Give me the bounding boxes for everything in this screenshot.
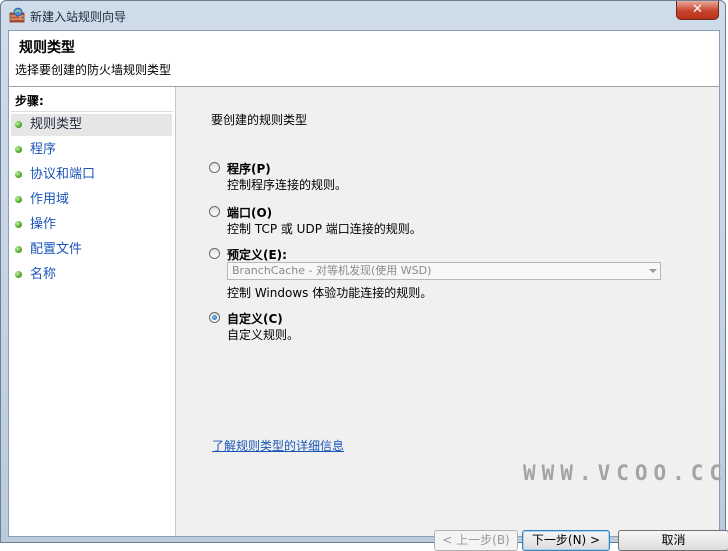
close-icon: ✕ [692, 2, 703, 17]
option-description: 控制 Windows 体验功能连接的规则。 [227, 286, 433, 300]
option-description: 控制 TCP 或 UDP 端口连接的规则。 [227, 222, 422, 236]
step-program[interactable]: 程序 [11, 139, 172, 161]
option-description: 自定义规则。 [227, 328, 300, 342]
main-panel: 要创建的规则类型 程序(P) 控制程序连接的规则。 端口(O) 控制 TCP 或… [176, 87, 728, 551]
firewall-icon [9, 7, 25, 23]
step-bullet-icon [15, 171, 22, 178]
window-title: 新建入站规则向导 [30, 10, 127, 24]
page-title: 规则类型 [19, 40, 75, 56]
step-bullet-icon [15, 121, 22, 128]
step-rule-type[interactable]: 规则类型 [11, 114, 172, 136]
cancel-button[interactable]: 取消 [618, 530, 728, 551]
title-bar[interactable]: 新建入站规则向导 ✕ [1, 1, 725, 29]
step-bullet-icon [15, 146, 22, 153]
option-label[interactable]: 程序(P) [227, 160, 271, 177]
learn-more-link[interactable]: 了解规则类型的详细信息 [212, 437, 344, 454]
step-name[interactable]: 名称 [11, 264, 172, 286]
step-profile[interactable]: 配置文件 [11, 239, 172, 261]
radio-program[interactable] [209, 162, 220, 173]
next-button[interactable]: 下一步(N) > [522, 530, 610, 551]
step-label: 规则类型 [30, 117, 83, 132]
step-scope[interactable]: 作用域 [11, 189, 172, 211]
step-bullet-icon [15, 221, 22, 228]
steps-divider [11, 111, 173, 112]
watermark: WWW.VCOO.CC [523, 461, 728, 485]
wizard-client: 规则类型 选择要创建的防火墙规则类型 步骤: 规则类型 程序 协议和端口 作用域 [8, 30, 728, 551]
radio-custom[interactable] [209, 312, 220, 323]
predefined-select: BranchCache - 对等机发现(使用 WSD) [227, 262, 661, 280]
step-protocol-ports[interactable]: 协议和端口 [11, 164, 172, 186]
step-label: 操作 [30, 217, 57, 232]
option-label[interactable]: 端口(O) [227, 204, 272, 221]
option-label[interactable]: 预定义(E): [227, 246, 287, 263]
option-label[interactable]: 自定义(C) [227, 310, 283, 327]
back-button[interactable]: < 上一步(B) [434, 530, 518, 551]
chevron-down-icon [649, 269, 657, 273]
step-label: 配置文件 [30, 242, 83, 257]
rule-type-prompt: 要创建的规则类型 [211, 113, 308, 127]
step-bullet-icon [15, 196, 22, 203]
page-subtitle: 选择要创建的防火墙规则类型 [15, 63, 172, 77]
radio-port[interactable] [209, 206, 220, 217]
close-button[interactable]: ✕ [676, 1, 719, 20]
option-description: 控制程序连接的规则。 [227, 178, 348, 192]
steps-sidebar: 步骤: 规则类型 程序 协议和端口 作用域 操作 配置文件 名称 [9, 87, 176, 536]
select-value: BranchCache - 对等机发现(使用 WSD) [232, 264, 432, 277]
step-bullet-icon [15, 271, 22, 278]
step-action[interactable]: 操作 [11, 214, 172, 236]
step-label: 程序 [30, 142, 57, 157]
wizard-header: 规则类型 选择要创建的防火墙规则类型 [9, 31, 719, 87]
step-label: 协议和端口 [30, 167, 96, 182]
wizard-window: 新建入站规则向导 ✕ 规则类型 选择要创建的防火墙规则类型 步骤: 规则类型 程… [0, 0, 728, 551]
step-label: 名称 [30, 267, 57, 282]
step-bullet-icon [15, 246, 22, 253]
step-label: 作用域 [30, 192, 70, 207]
radio-predefined[interactable] [209, 248, 220, 259]
steps-label: 步骤: [15, 94, 44, 108]
